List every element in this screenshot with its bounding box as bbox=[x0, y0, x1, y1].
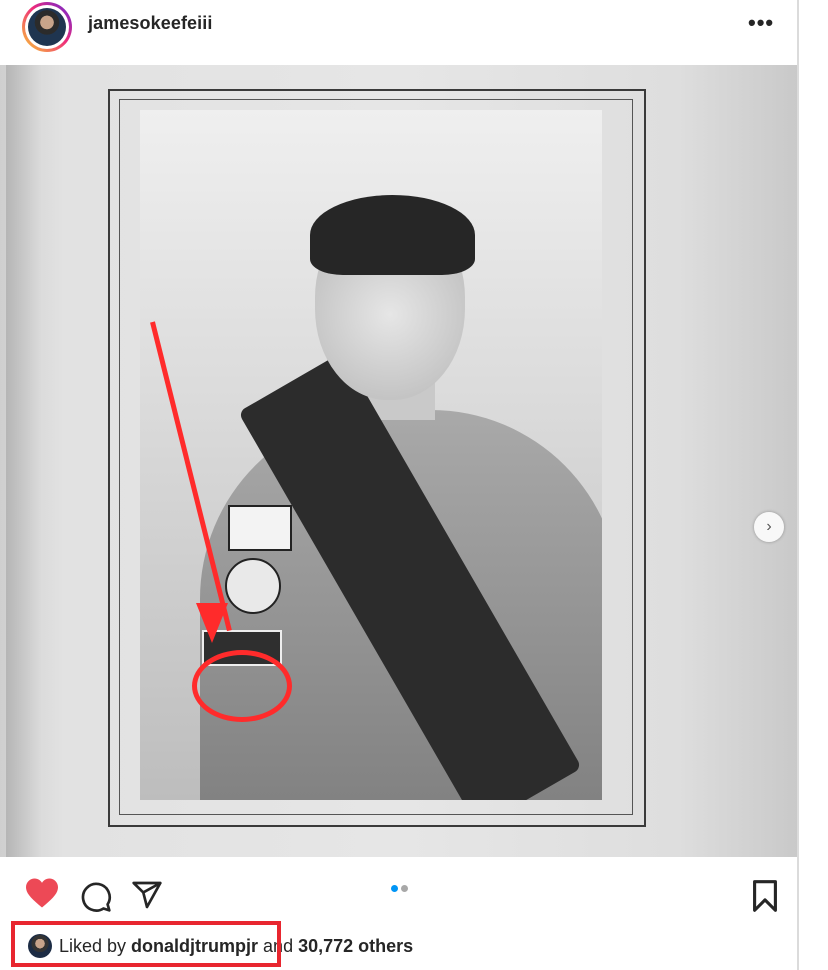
portrait-hair bbox=[310, 195, 475, 275]
story-ring[interactable] bbox=[22, 2, 72, 52]
page-gutter bbox=[799, 0, 828, 970]
post-photo[interactable]: › bbox=[0, 65, 797, 857]
more-options-icon[interactable]: ••• bbox=[748, 10, 774, 36]
round-patch bbox=[225, 558, 281, 614]
book-page-edge bbox=[6, 65, 42, 857]
avatar[interactable] bbox=[28, 8, 66, 46]
carousel-dot bbox=[401, 885, 408, 892]
paper-plane-icon[interactable] bbox=[130, 879, 164, 911]
annotation-highlight-box bbox=[11, 921, 281, 967]
avatar-frame bbox=[25, 5, 69, 49]
post-username[interactable]: jamesokeefeiii bbox=[88, 13, 212, 34]
annotation-arrow-head bbox=[196, 603, 228, 643]
carousel-indicator bbox=[391, 879, 411, 897]
likes-count[interactable]: 30,772 others bbox=[298, 936, 413, 956]
comment-icon[interactable] bbox=[80, 881, 112, 913]
action-bar bbox=[0, 857, 797, 917]
post-header: jamesokeefeiii ••• bbox=[0, 0, 797, 58]
heart-filled-icon[interactable] bbox=[24, 877, 60, 909]
flag-patch bbox=[228, 505, 292, 551]
carousel-next-button[interactable]: › bbox=[754, 512, 784, 542]
carousel-dot-active bbox=[391, 885, 398, 892]
annotation-circle bbox=[192, 650, 292, 722]
bookmark-icon[interactable] bbox=[752, 879, 778, 913]
